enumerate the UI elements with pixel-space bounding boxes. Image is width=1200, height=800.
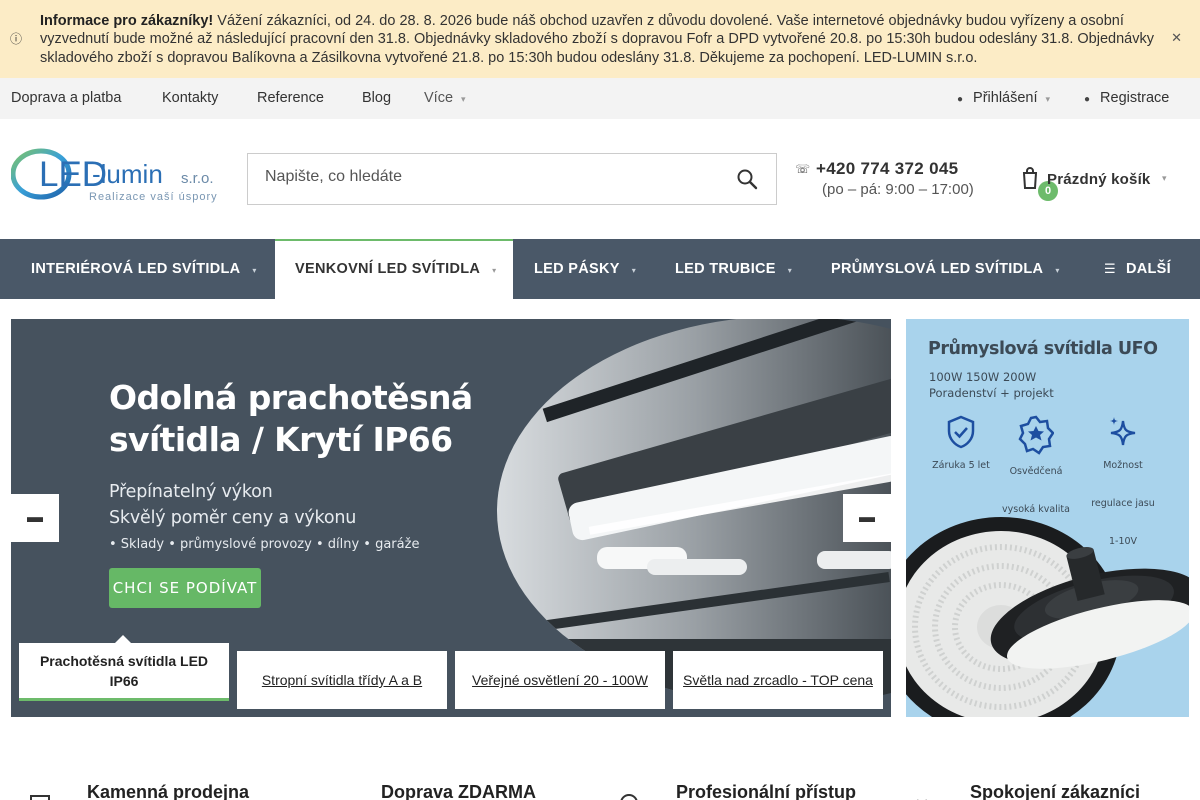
- hero-bullets: • Sklady • průmyslové provozy • dílny • …: [109, 537, 420, 552]
- notice-text: Informace pro zákazníky! Vážení zákazníc…: [40, 12, 1175, 67]
- search-box: [247, 153, 777, 205]
- ufo-lamp-photo: [906, 517, 1189, 717]
- chevron-down-icon: ▾: [1055, 266, 1060, 275]
- hero-subtitle-line: Přepínatelný výkon: [109, 482, 273, 502]
- notice-title: Informace pro zákazníky!: [40, 13, 214, 29]
- toplink-references[interactable]: Reference: [257, 90, 324, 106]
- chevron-down-icon: ▾: [1045, 94, 1051, 104]
- headset-icon: [620, 794, 638, 800]
- cart-icon: [1022, 167, 1038, 189]
- benefit-title: Spokojení zákazníci: [970, 782, 1141, 800]
- feature-label: Záruka 5 let: [932, 460, 990, 471]
- feature-label-line: Možnost: [1103, 460, 1143, 471]
- arrow-right-icon[interactable]: ▬: [843, 494, 891, 542]
- side-banner-subtitle: 100W 150W 200W Poradenství + projekt: [929, 369, 1054, 401]
- logo[interactable]: LED -lumin s.r.o. Realizace vaší úspory: [10, 148, 221, 206]
- cart-label: Prázdný košík: [1047, 171, 1151, 188]
- side-banner-title: Průmyslová svítidla UFO: [928, 339, 1158, 359]
- side-banner-line: Poradenství + projekt: [929, 386, 1054, 400]
- chevron-down-icon: ▾: [631, 266, 637, 275]
- benefit-title: Profesionální přístup: [676, 782, 857, 800]
- side-banner-line: 100W 150W 200W: [929, 370, 1037, 384]
- arrow-left-icon[interactable]: ▬: [11, 494, 59, 542]
- hero-slider: Odolná prachotěsná svítidla / Krytí IP66…: [11, 319, 891, 717]
- register-label: Registrace: [1100, 90, 1170, 106]
- toplink-more-label: Více: [424, 90, 454, 106]
- sparkle-icon: [1110, 417, 1136, 446]
- nav-item-label: INTERIÉROVÁ LED SVÍTIDLA: [31, 261, 241, 277]
- benefit-title: Kamenná prodejna: [87, 782, 250, 800]
- nav-item-label: VENKOVNÍ LED SVÍTIDLA: [295, 261, 481, 277]
- tab-pointer: [115, 635, 131, 643]
- slider-tab-dustproof[interactable]: Prachotěsná svítidla LED IP66: [19, 643, 229, 701]
- logo-suffix: s.r.o.: [181, 170, 214, 187]
- badge-star-icon: [1018, 415, 1054, 455]
- slider-tab-public-lighting[interactable]: Veřejné osvětlení 20 - 100W: [455, 651, 665, 709]
- chevron-down-icon: ▾: [492, 266, 497, 275]
- nav-item-label: LED TRUBICE: [675, 261, 776, 277]
- side-banner-ufo[interactable]: Průmyslová svítidla UFO 100W 150W 200W P…: [906, 319, 1189, 717]
- shield-check-icon: [947, 415, 975, 449]
- nav-item-outdoor[interactable]: VENKOVNÍ LED SVÍTIDLA ▾: [275, 239, 513, 299]
- user-icon: ●: [957, 94, 964, 105]
- nav-item-label: DALŠÍ: [1125, 261, 1171, 277]
- nav-item-more[interactable]: ☰ DALŠÍ: [1104, 239, 1171, 299]
- menu-icon: ☰: [1104, 261, 1116, 276]
- slider-tab-mirror-lights[interactable]: Světla nad zrcadlo - TOP cena: [673, 651, 883, 709]
- hero-subtitle: Přepínatelný výkon Skvělý poměr ceny a v…: [109, 479, 356, 531]
- hero-title: Odolná prachotěsná svítidla / Krytí IP66: [109, 378, 473, 459]
- nav-item-label: PRŮMYSLOVÁ LED SVÍTIDLA: [831, 261, 1044, 277]
- logo-graphic: LED -lumin s.r.o. Realizace vaší úspory: [10, 148, 218, 203]
- close-icon[interactable]: ✕: [1171, 30, 1182, 46]
- opening-hours: (po – pá: 9:00 – 17:00): [822, 181, 974, 198]
- search-input[interactable]: [265, 168, 705, 186]
- toplink-shipping[interactable]: Doprava a platba: [11, 90, 121, 106]
- phone-number[interactable]: +420 774 372 045: [816, 159, 958, 179]
- phone-icon: ☏: [795, 162, 811, 176]
- search-icon[interactable]: [736, 168, 758, 190]
- nav-item-label: LED PÁSKY: [534, 261, 620, 277]
- toplink-blog[interactable]: Blog: [362, 90, 391, 106]
- hero-cta-button[interactable]: CHCI SE PODÍVAT: [109, 568, 261, 608]
- toplink-contacts[interactable]: Kontakty: [162, 90, 218, 106]
- nav-item-industrial[interactable]: PRŮMYSLOVÁ LED SVÍTIDLA ▾: [831, 239, 1060, 299]
- register-link[interactable]: ● Registrace: [1084, 90, 1169, 106]
- nav-item-interior[interactable]: INTERIÉROVÁ LED SVÍTIDLA ▾: [11, 239, 277, 299]
- feature-label-line: Osvědčená: [1009, 466, 1063, 477]
- user-add-icon: ●: [1084, 94, 1091, 105]
- login-label: Přihlášení: [973, 90, 1038, 106]
- feature-warranty: Záruka 5 let: [921, 415, 1001, 473]
- chevron-down-icon: ▾: [787, 266, 793, 275]
- chevron-down-icon: ▾: [461, 94, 466, 104]
- info-icon: ⓘ: [10, 32, 23, 46]
- logo-text-2: -lumin: [92, 159, 163, 189]
- main-navigation: INTERIÉROVÁ LED SVÍTIDLA ▾ VENKOVNÍ LED S…: [0, 239, 1200, 299]
- nav-item-led-strips[interactable]: LED PÁSKY ▾: [534, 239, 636, 299]
- logo-tagline: Realizace vaší úspory: [89, 191, 218, 203]
- thumbs-up-icon: [917, 799, 927, 800]
- slider-tab-ceiling[interactable]: Stropní svítidla třídy A a B: [237, 651, 447, 709]
- chevron-down-icon: ▾: [1162, 173, 1167, 183]
- benefit-title: Doprava ZDARMA: [381, 782, 537, 800]
- top-links-bar: Doprava a platba Kontakty Reference Blog…: [0, 78, 1200, 119]
- chevron-down-icon: ▾: [252, 266, 257, 275]
- notice-bar: ⓘ Informace pro zákazníky! Vážení zákazn…: [0, 0, 1200, 78]
- nav-item-led-tubes[interactable]: LED TRUBICE ▾: [675, 239, 792, 299]
- login-link[interactable]: ● Přihlášení ▾: [957, 90, 1050, 106]
- store-icon: [30, 795, 50, 800]
- toplink-more[interactable]: Více ▾: [424, 90, 466, 106]
- hero-subtitle-line: Skvělý poměr ceny a výkonu: [109, 508, 357, 528]
